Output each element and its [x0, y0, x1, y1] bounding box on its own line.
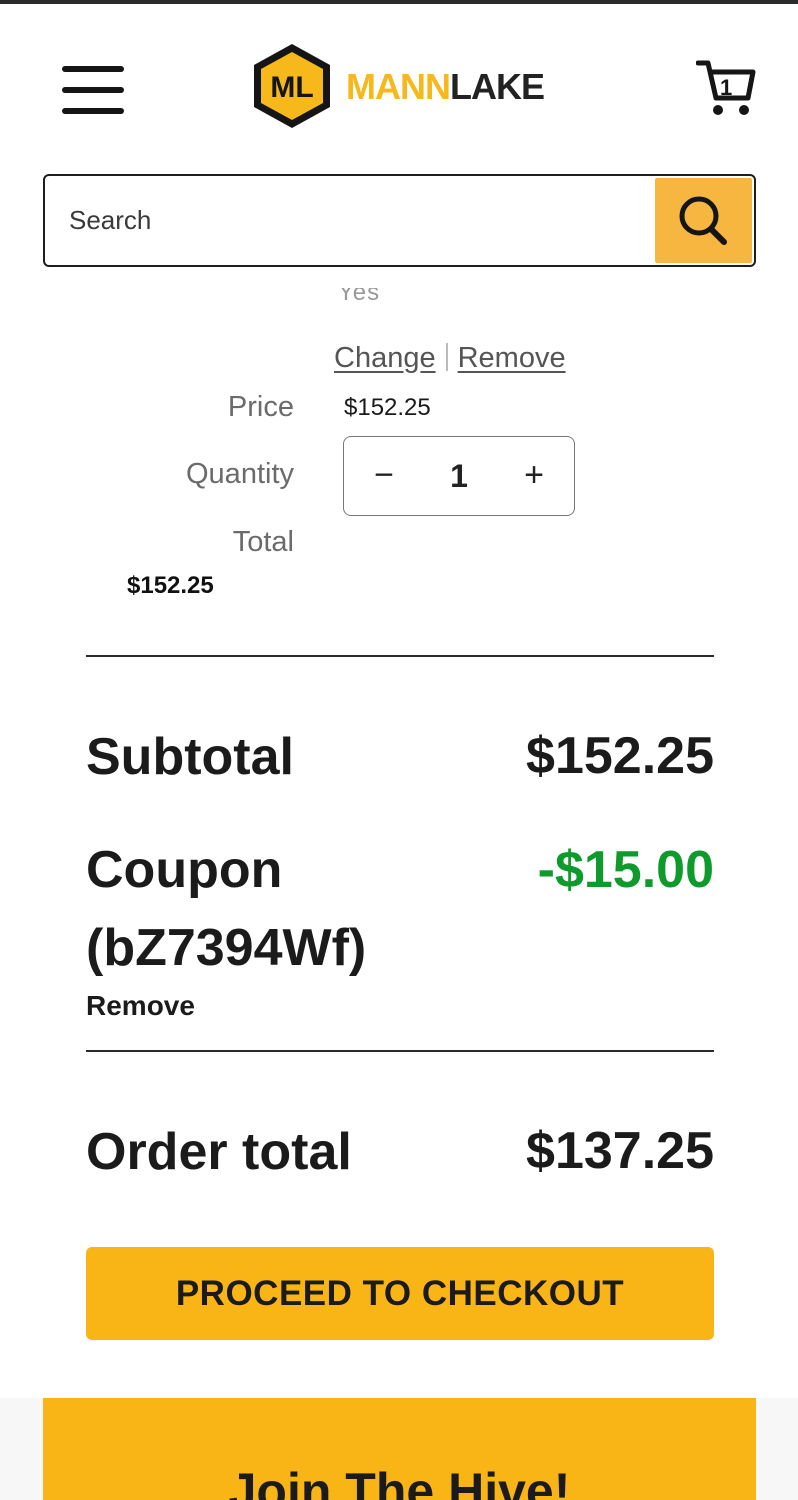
cart-button[interactable]: 1	[695, 58, 756, 118]
quantity-stepper: − 1 +	[343, 436, 575, 516]
search-input[interactable]	[45, 176, 655, 265]
search-bar	[43, 174, 756, 267]
summary-divider-top	[86, 655, 714, 657]
total-label: Total	[232, 526, 294, 558]
summary-divider-bottom	[86, 1050, 714, 1052]
cart-count-badge: 1	[720, 75, 733, 100]
quantity-value[interactable]: 1	[424, 437, 494, 515]
increment-button[interactable]: +	[494, 437, 574, 515]
logo-mark-icon: ML	[254, 44, 330, 128]
order-total-label: Order total	[86, 1123, 352, 1181]
order-total-value: $137.25	[526, 1122, 714, 1180]
search-icon	[679, 196, 727, 245]
logo-wordmark: MANNLAKE	[346, 66, 545, 108]
logo-word-mann: MANN	[346, 66, 451, 107]
link-separator	[445, 343, 448, 371]
quantity-label: Quantity	[186, 458, 294, 490]
change-item-link[interactable]: Change	[334, 342, 436, 374]
join-hive-title: Join The Hive!	[228, 1463, 571, 1500]
item-total-value: $152.25	[127, 572, 214, 599]
price-label: Price	[227, 391, 294, 423]
top-edge-bar	[0, 0, 798, 4]
item-option-text-clipped: Yes	[338, 288, 381, 306]
coupon-label: Coupon (bZ7394Wf)	[86, 831, 366, 987]
logo-mark-text: ML	[270, 71, 313, 104]
logo-word-lake: LAKE	[449, 66, 545, 107]
price-value: $152.25	[344, 394, 431, 421]
join-hive-banner: Join The Hive!	[43, 1398, 756, 1500]
subtotal-label: Subtotal	[86, 728, 294, 786]
mann-lake-logo[interactable]: ML MANNLAKE	[252, 42, 552, 132]
coupon-discount-value: -$15.00	[537, 841, 714, 899]
decrement-button[interactable]: −	[344, 437, 424, 515]
remove-item-link[interactable]: Remove	[458, 342, 566, 374]
menu-icon[interactable]	[62, 66, 124, 114]
coupon-label-text: Coupon	[86, 841, 283, 899]
subtotal-value: $152.25	[526, 727, 714, 785]
item-actions: Change Remove	[334, 342, 566, 375]
search-button[interactable]	[655, 178, 752, 263]
remove-coupon-link[interactable]: Remove	[86, 990, 195, 1022]
proceed-to-checkout-button[interactable]: PROCEED TO CHECKOUT	[86, 1247, 714, 1340]
coupon-code: (bZ7394Wf)	[86, 919, 367, 977]
